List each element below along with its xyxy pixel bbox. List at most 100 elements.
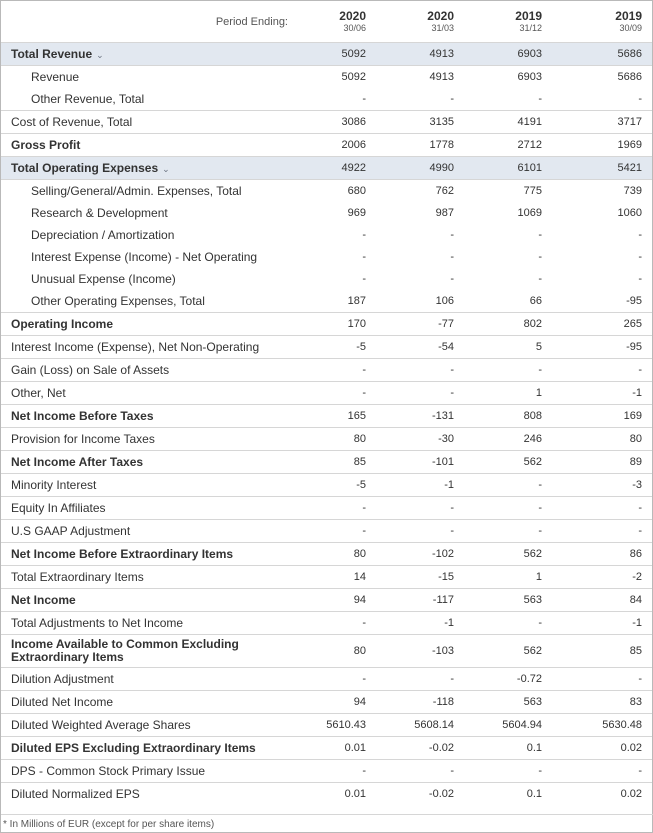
row-value: -54 <box>378 335 466 359</box>
row-value: 5092 <box>298 65 378 88</box>
row-label-text: Total Operating Expenses <box>11 161 159 175</box>
row-label: Dilution Adjustment <box>1 667 298 691</box>
table-row: Equity In Affiliates - - - - <box>1 496 652 520</box>
row-label: Diluted EPS Excluding Extraordinary Item… <box>1 736 298 760</box>
row-label: Operating Income <box>1 312 298 336</box>
table-row: Provision for Income Taxes 80 -30 246 80 <box>1 427 652 451</box>
row-value: - <box>638 251 642 263</box>
table-row: Net Income Before Extraordinary Items 80… <box>1 542 652 566</box>
table-row-total-operating-expenses[interactable]: Total Operating Expenses ⌄ 4922 4990 6101… <box>1 156 652 180</box>
row-value: - <box>450 273 454 285</box>
row-value: - <box>466 358 554 382</box>
row-value: -1 <box>554 611 652 635</box>
row-value: - <box>298 611 378 635</box>
row-value: -0.72 <box>466 667 554 691</box>
column-date: 31/03 <box>431 23 454 33</box>
column-header: 2020 31/03 <box>378 1 466 43</box>
column-year: 2019 <box>615 9 642 23</box>
row-value: - <box>538 251 542 263</box>
row-label: Gain (Loss) on Sale of Assets <box>1 358 298 382</box>
row-value: - <box>554 496 652 520</box>
row-value: 1969 <box>554 133 652 157</box>
row-value: 94 <box>298 690 378 714</box>
row-value: 3086 <box>298 110 378 134</box>
row-value: -30 <box>378 427 466 451</box>
row-value: - <box>466 519 554 543</box>
row-value: 4913 <box>378 42 466 66</box>
row-value: 5630.48 <box>554 713 652 737</box>
table-row: Other Revenue, Total - - - - <box>1 88 652 111</box>
row-value: -2 <box>554 565 652 589</box>
table-row: Total Extraordinary Items 14 -15 1 -2 <box>1 565 652 589</box>
row-value: 1069 <box>517 207 542 219</box>
row-value: 5092 <box>298 42 378 66</box>
row-value: - <box>638 229 642 241</box>
table-row: Selling/General/Admin. Expenses, Total 6… <box>1 179 652 202</box>
row-value: - <box>538 273 542 285</box>
row-value: 5686 <box>554 42 652 66</box>
row-value: 84 <box>554 588 652 612</box>
table-row: Net Income After Taxes 85 -101 562 89 <box>1 450 652 474</box>
row-value: 562 <box>466 542 554 566</box>
table-row: Total Adjustments to Net Income - -1 - -… <box>1 611 652 635</box>
column-date: 30/09 <box>619 23 642 33</box>
row-value: 0.02 <box>554 782 652 805</box>
row-value: 80 <box>554 427 652 451</box>
row-label: Interest Expense (Income) - Net Operatin… <box>31 250 258 264</box>
row-value: - <box>298 381 378 405</box>
row-value: -102 <box>378 542 466 566</box>
chevron-down-icon[interactable]: ⌄ <box>162 164 170 175</box>
table-row: Interest Income (Expense), Net Non-Opera… <box>1 335 652 359</box>
row-label: Research & Development <box>31 206 168 220</box>
row-value: -1 <box>554 381 652 405</box>
row-label[interactable]: Total Operating Expenses ⌄ <box>1 156 298 180</box>
row-value: 3135 <box>378 110 466 134</box>
row-value: - <box>362 93 366 105</box>
table-row: Depreciation / Amortization - - - - <box>1 224 652 246</box>
row-value: - <box>466 611 554 635</box>
row-value: 165 <box>298 404 378 428</box>
row-value: 0.01 <box>298 736 378 760</box>
column-header: 2019 30/09 <box>554 1 652 43</box>
row-value: - <box>450 251 454 263</box>
row-value: 563 <box>466 588 554 612</box>
row-label: Diluted Normalized EPS <box>1 782 298 805</box>
row-value: 802 <box>466 312 554 336</box>
row-label: Selling/General/Admin. Expenses, Total <box>1 179 298 202</box>
row-value: 0.1 <box>466 736 554 760</box>
row-label: Depreciation / Amortization <box>31 228 175 242</box>
table-row: Gross Profit 2006 1778 2712 1969 <box>1 133 652 157</box>
row-value: 80 <box>298 427 378 451</box>
table-row: Operating Income 170 -77 802 265 <box>1 312 652 336</box>
table-row: Income Available to Common Excluding Ext… <box>1 634 652 668</box>
row-label: Revenue <box>1 65 298 88</box>
row-value: 739 <box>554 179 652 202</box>
row-label: Cost of Revenue, Total <box>1 110 298 134</box>
row-label: Diluted Net Income <box>1 690 298 714</box>
chevron-down-icon[interactable]: ⌄ <box>96 50 104 61</box>
row-value: -5 <box>298 335 378 359</box>
table-row: Minority Interest -5 -1 - -3 <box>1 473 652 497</box>
table-row: Revenue 5092 4913 6903 5686 <box>1 65 652 88</box>
row-value: -118 <box>378 690 466 714</box>
row-value: - <box>638 273 642 285</box>
row-value: 89 <box>554 450 652 474</box>
row-value: -117 <box>378 588 466 612</box>
header-row: Period Ending: 2020 30/06 2020 31/03 2019 3… <box>1 1 652 43</box>
row-value: -0.02 <box>378 782 466 805</box>
table-row-total-revenue[interactable]: Total Revenue ⌄ 5092 4913 6903 5686 <box>1 42 652 66</box>
row-value: 80 <box>298 634 378 668</box>
row-value: -131 <box>378 404 466 428</box>
row-value: - <box>554 759 652 783</box>
row-value: 246 <box>466 427 554 451</box>
row-label[interactable]: Total Revenue ⌄ <box>1 42 298 66</box>
table-row: Diluted Net Income 94 -118 563 83 <box>1 690 652 714</box>
row-value: 2712 <box>466 133 554 157</box>
table-row: Diluted EPS Excluding Extraordinary Item… <box>1 736 652 760</box>
row-label-text: Total Revenue <box>11 47 93 61</box>
row-value: - <box>450 229 454 241</box>
footnote: * In Millions of EUR (except for per sha… <box>1 814 653 830</box>
row-label: Net Income <box>1 588 298 612</box>
row-value: -1 <box>378 473 466 497</box>
row-value: 86 <box>554 542 652 566</box>
